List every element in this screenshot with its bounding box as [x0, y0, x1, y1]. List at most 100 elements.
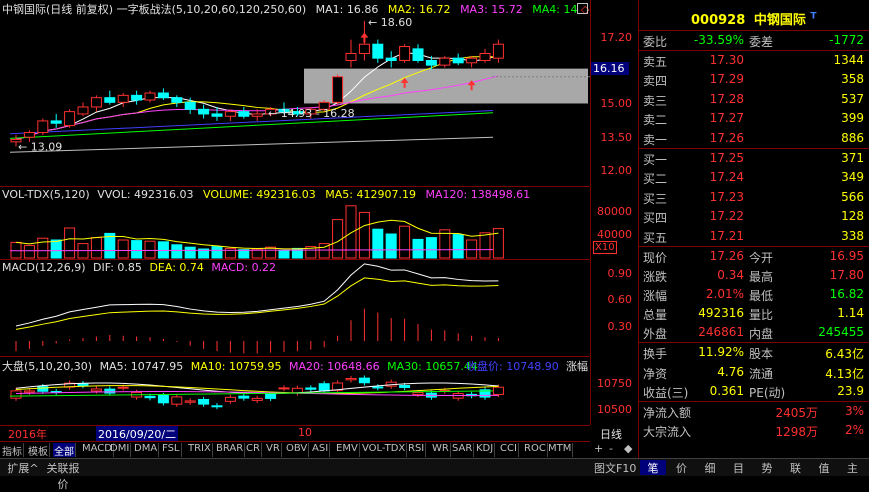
bid-row: 买四 17.22 128	[639, 207, 869, 226]
volume-bar	[385, 233, 397, 259]
company-stat-row: 换手 11.92% 股本 6.43亿	[639, 343, 869, 362]
index-candle	[412, 392, 424, 396]
price-chart: ← 18.60 ← 14.93 - 16.28 ← 13.09	[9, 16, 590, 153]
tab-全部[interactable]: 全部	[53, 443, 76, 458]
book-volume: 1344	[833, 53, 864, 67]
tab-vr[interactable]: VR	[265, 443, 282, 457]
candle-body	[238, 111, 250, 117]
tab-kdj[interactable]: KDJ	[475, 443, 496, 457]
candle-body	[439, 57, 451, 66]
tab-dmi[interactable]: DMI	[109, 443, 132, 457]
volume-bar	[90, 237, 102, 259]
index-candle	[278, 387, 290, 390]
index-candle	[90, 388, 102, 392]
year-label: 2016年	[8, 428, 47, 441]
detail-tab-4[interactable]: 势	[754, 460, 780, 475]
dif-line	[15, 263, 499, 327]
volume-bar	[157, 241, 169, 259]
tab-cr[interactable]: CR	[245, 443, 262, 457]
volume-bar	[10, 241, 22, 259]
tab-模板[interactable]: 模板	[27, 443, 50, 458]
stat-value: 4.76	[717, 364, 744, 379]
month-label: 10	[298, 426, 312, 439]
tab-sar[interactable]: SAR	[451, 443, 475, 457]
quote-panel: 000928 中钢国际 T 委比 -33.59% 委差 -1772 卖五 17.3…	[638, 0, 869, 475]
tab-emv[interactable]: EMV	[335, 443, 360, 457]
stat-row: 现价 17.26 今开 16.95	[639, 247, 869, 266]
candle-body	[492, 43, 504, 59]
candle-body	[50, 120, 62, 124]
stat-value: 6.43亿	[825, 347, 864, 361]
tab-fsl[interactable]: FSL	[161, 443, 182, 457]
index-candle	[224, 396, 236, 402]
ytick-price-4: 13.50	[600, 131, 633, 144]
period-label[interactable]: 日线	[600, 426, 622, 442]
stat-label: 内盘	[749, 327, 774, 341]
tab-obv[interactable]: OBV	[285, 443, 310, 457]
flow-label: 净流入额	[643, 406, 692, 420]
stat-row: 总量 492316 量比 1.14	[639, 304, 869, 323]
book-price: 17.25	[709, 151, 744, 165]
stat-label: 量比	[749, 308, 774, 322]
range-annotation: ← 14.93 - 16.28	[268, 107, 355, 120]
volume-bar	[372, 228, 384, 259]
price-pane[interactable]: 中钢国际(日线 前复权) 一字板战法(5,10,20,60,120,250,60…	[0, 0, 590, 187]
stat-row: 涨幅 2.01% 最低 16.82	[639, 285, 869, 304]
ytick-macd-3: 0.30	[607, 320, 633, 333]
index-candle	[251, 397, 263, 401]
book-label: 买三	[643, 191, 668, 206]
tab-指标[interactable]: 指标	[1, 443, 24, 458]
index-candle	[492, 386, 504, 395]
index-pane[interactable]: 大盘(5,10,20,30) MA5: 10747.95 MA10: 10759…	[0, 357, 590, 426]
index-candle	[144, 395, 156, 399]
tab-cci[interactable]: CCI	[499, 443, 519, 457]
tab-brar[interactable]: BRAR	[215, 443, 246, 457]
flow-pct: 2%	[844, 423, 864, 437]
stat-label: 涨幅	[643, 289, 668, 303]
weicha-label: 委差	[749, 35, 774, 49]
macd-pane[interactable]: MACD(12,26,9) DIF: 0.85 DEA: 0.74 MACD: …	[0, 260, 590, 357]
volume-yaxis: 80000 40000 X10	[590, 187, 638, 259]
tab-asi[interactable]: ASI	[311, 443, 331, 457]
tab-rsi[interactable]: RSI	[407, 443, 427, 457]
zoom-in-button[interactable]: +	[594, 442, 603, 455]
tab-dma[interactable]: DMA	[133, 443, 160, 457]
f10-tab[interactable]: 图文F10	[594, 460, 636, 476]
index-candle	[77, 383, 89, 387]
volume-bar	[37, 237, 49, 259]
volume-bar	[399, 225, 411, 259]
book-price: 17.27	[709, 111, 744, 126]
candle-body	[23, 132, 35, 138]
candle-body	[372, 43, 384, 59]
detail-tab-3[interactable]: 目	[726, 460, 752, 475]
candle-body	[144, 92, 156, 101]
related-quote-tab[interactable]: 关联报价	[44, 460, 82, 491]
bid-row: 买二 17.24 349	[639, 168, 869, 187]
detail-tab-7[interactable]: 主	[840, 460, 866, 475]
book-volume: 537	[841, 91, 864, 106]
company-stat-row: 收益(三) 0.361 PE(动) 23.9	[639, 382, 869, 401]
indicator-tab-bar: 指标 模板 全部 MACD DMI DMA FSL TRIX BRAR CR VR OBV ASI EMV…	[0, 441, 590, 458]
flow-row: 大宗流入 1298万 2%	[639, 421, 869, 440]
volume-bar	[131, 240, 143, 259]
resistance-zone	[304, 68, 588, 104]
book-volume: 338	[841, 228, 864, 243]
ask-row: 卖四 17.29 358	[639, 70, 869, 89]
candle-body	[90, 97, 102, 108]
detail-tab-0[interactable]: 笔	[640, 460, 666, 475]
diamond-button[interactable]: ◆	[624, 442, 632, 455]
volume-pane[interactable]: VOL-TDX(5,120) VVOL: 492316.03 VOLUME: 4…	[0, 187, 590, 260]
tab-trix[interactable]: TRIX	[187, 443, 213, 457]
expand-tab[interactable]: 扩展^	[4, 460, 42, 475]
index-candle	[184, 400, 196, 403]
detail-tab-1[interactable]: 价	[669, 460, 695, 475]
detail-tab-5[interactable]: 联	[783, 460, 809, 475]
detail-tab-2[interactable]: 细	[697, 460, 723, 475]
tab-vol-tdx[interactable]: VOL-TDX	[361, 443, 408, 457]
detail-tab-6[interactable]: 值	[811, 460, 837, 475]
tab-roc[interactable]: ROC	[523, 443, 548, 457]
stat-value: 23.9	[837, 384, 864, 398]
tab-wr[interactable]: WR	[431, 443, 451, 457]
zoom-out-button[interactable]: -	[609, 442, 613, 455]
tab-mtm[interactable]: MTM	[547, 443, 574, 457]
